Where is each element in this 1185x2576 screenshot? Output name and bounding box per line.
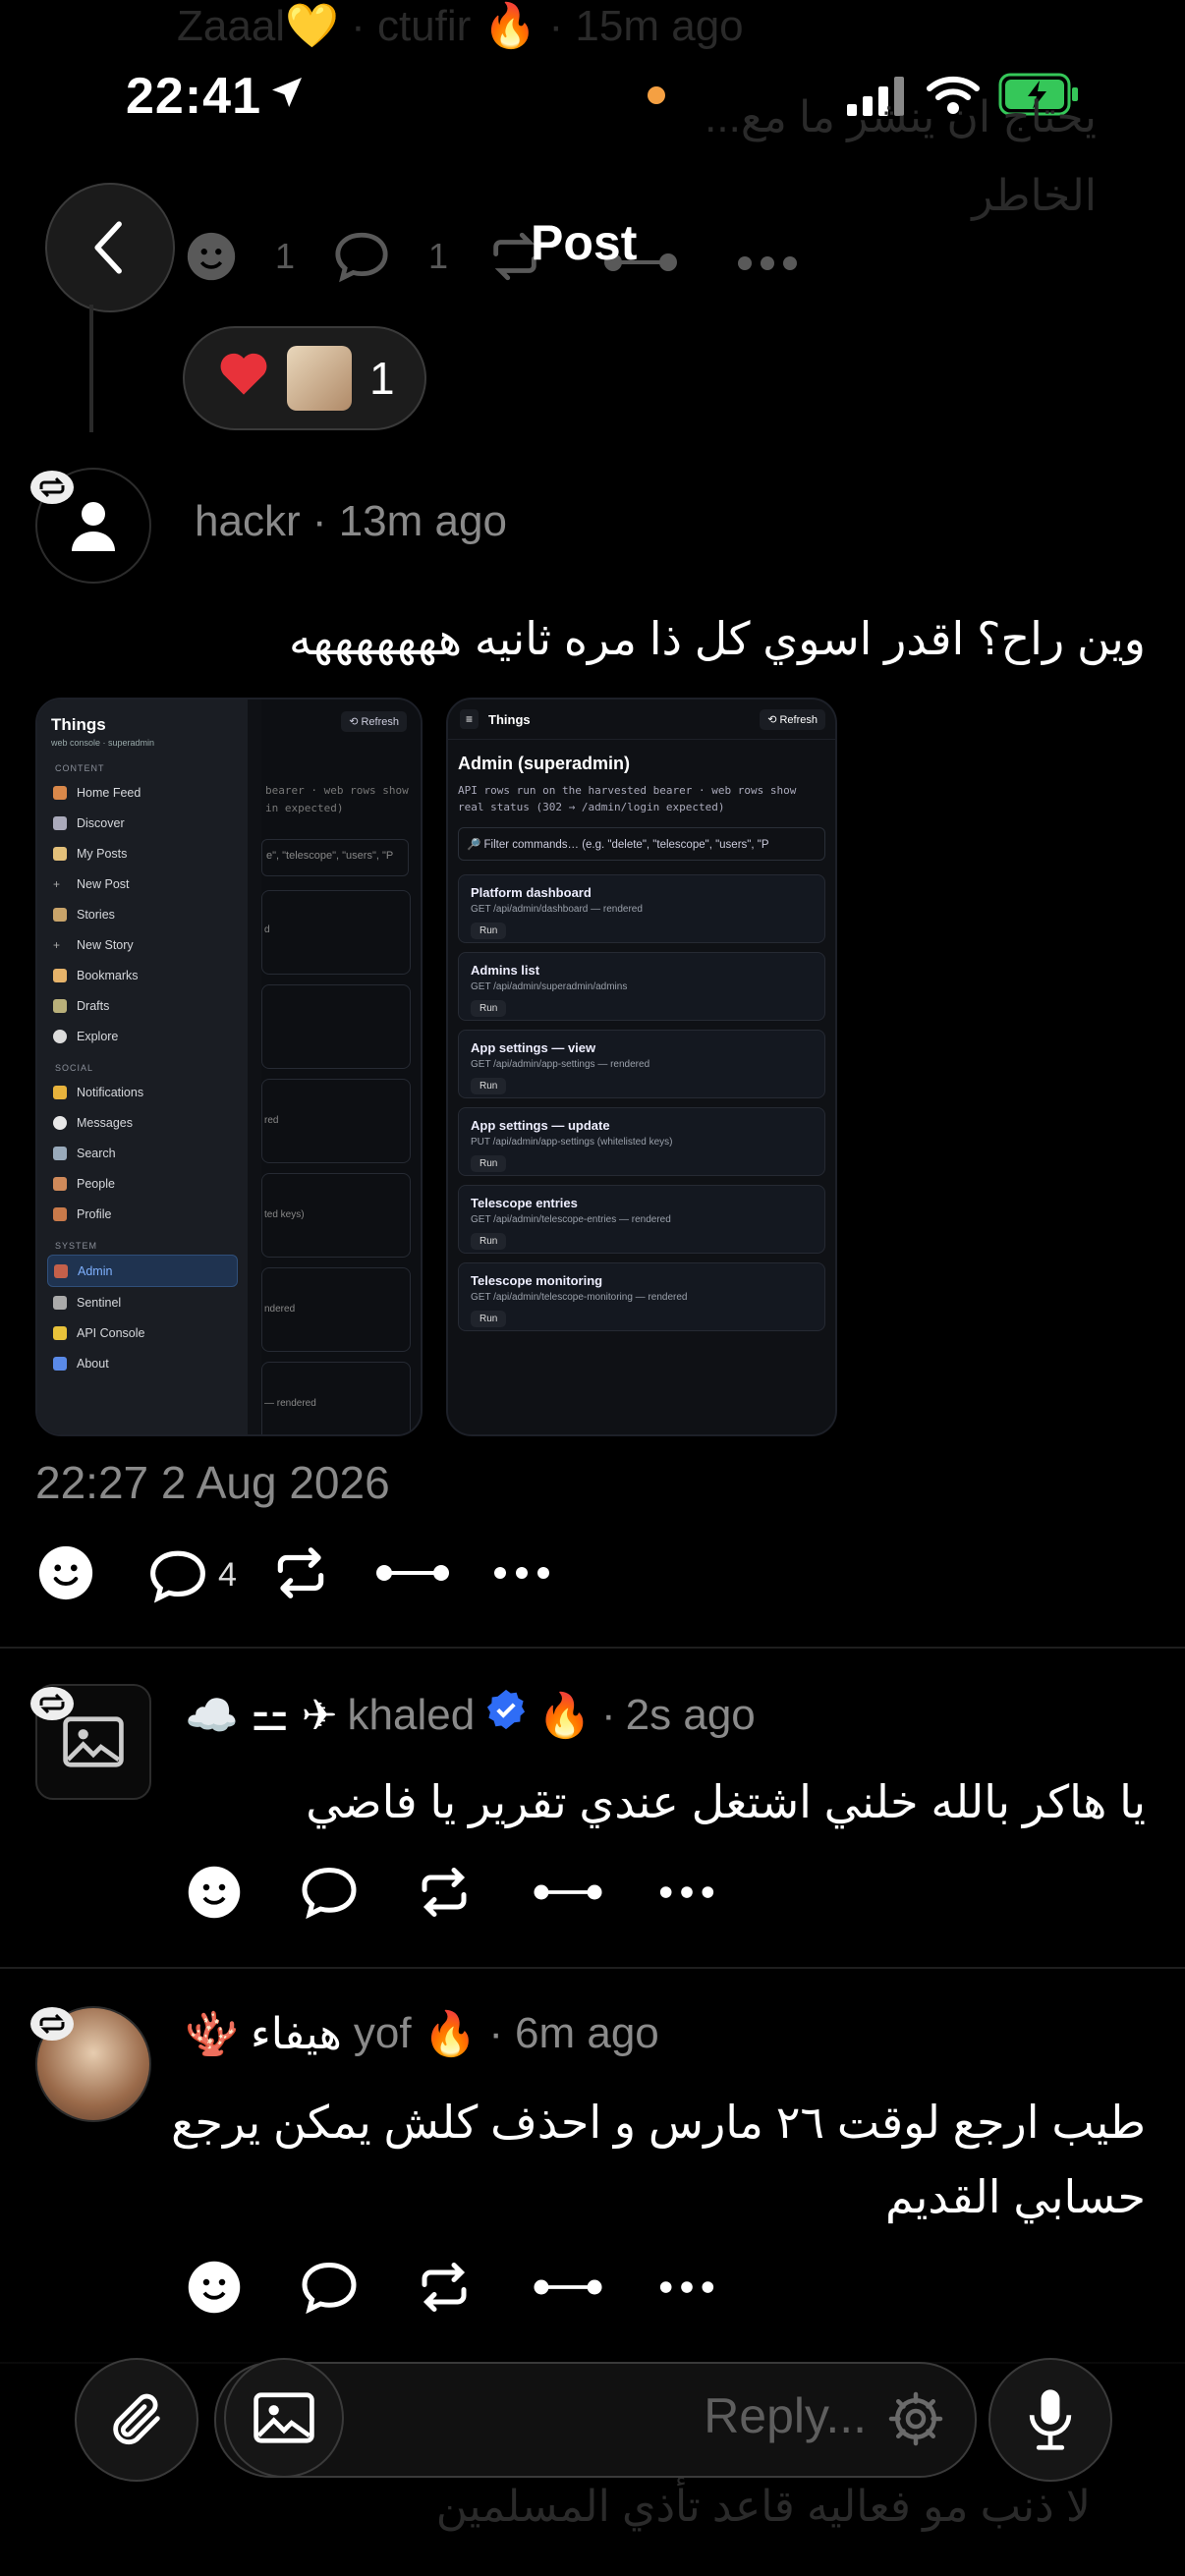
author-name[interactable]: yof <box>354 2009 412 2058</box>
attached-image-2[interactable]: ≡ Things ⟲ Refresh Admin (superadmin) AP… <box>446 698 837 1436</box>
sidebar-item-messages: Messages <box>37 1107 248 1138</box>
user-icon <box>72 502 115 551</box>
comment-icon <box>330 228 393 285</box>
sidebar-item-about: About <box>37 1348 248 1378</box>
image-button[interactable] <box>224 2358 344 2478</box>
comment-button[interactable] <box>297 1863 362 1927</box>
microphone-button[interactable] <box>988 2358 1112 2482</box>
author-name[interactable]: hackr <box>195 497 301 545</box>
more-button[interactable] <box>490 1563 553 1588</box>
sidebar-item-my-posts: My Posts <box>37 838 248 868</box>
verified-badge-icon <box>484 1688 528 1742</box>
post-meta: hackr · 13m ago <box>195 497 507 545</box>
bg-content: ⟲ Refresh bearer · web rows show in expe… <box>261 700 421 1434</box>
reply-text: طيب ارجع لوقت ٢٦ مارس و احذف كلش يمكن ير… <box>171 2097 1146 2222</box>
emoji-button[interactable] <box>185 1863 244 1927</box>
share-icon <box>601 248 680 282</box>
sidebar-item-drafts: Drafts <box>37 990 248 1021</box>
post-text: وين راح؟ اقدر اسوي كل ذا مره ثانيه ههههه… <box>288 613 1146 664</box>
ghost-background-text: يحتاج ان ينشر ما مع... الخاطر <box>705 93 1097 220</box>
divider <box>0 1967 1185 1969</box>
emoji-button[interactable] <box>185 2258 244 2322</box>
attached-image-1[interactable]: ⟲ Refresh bearer · web rows show in expe… <box>35 698 423 1436</box>
author-name[interactable]: khaled <box>348 1691 476 1740</box>
sidebar-item-explore: Explore <box>37 1021 248 1051</box>
post-actions: 4 <box>35 1542 625 1608</box>
sidebar-item-admin: Admin <box>47 1255 238 1287</box>
reply-meta: 🪸 هيفاء yof 🔥 · 6m ago <box>185 2009 659 2058</box>
sidebar-item-home-feed: Home Feed <box>37 777 248 808</box>
back-button[interactable] <box>45 183 175 312</box>
sidebar-item-sentinel: Sentinel <box>37 1287 248 1317</box>
gear-icon[interactable] <box>886 2389 945 2453</box>
command-card: Telescope entries GET /api/admin/telescop… <box>458 1185 825 1254</box>
sidebar: Things web console · superadmin CONTENT … <box>37 700 248 1434</box>
share-button[interactable] <box>531 2273 605 2306</box>
ghost-background-text: لا ذنب مو فعاليه قاعد تأذي المسلمين <box>435 2483 1091 2531</box>
heart-icon <box>218 350 269 408</box>
sidebar-item-stories: Stories <box>37 899 248 929</box>
sidebar-item-profile: Profile <box>37 1199 248 1229</box>
reaction-pill[interactable]: 1 <box>183 326 426 430</box>
comment-button[interactable]: 4 <box>145 1545 237 1606</box>
sidebar-item-bookmarks: Bookmarks <box>37 960 248 990</box>
reply-meta: ☁️ ⚍ ✈ khaled 🔥 · 2s ago <box>185 1688 756 1742</box>
image-icon <box>254 2392 314 2443</box>
emoji-button[interactable] <box>35 1542 96 1608</box>
menu-icon: ≡ <box>460 709 480 729</box>
chevron-left-icon <box>94 221 122 274</box>
command-card: Telescope monitoring GET /api/admin/teles… <box>458 1262 825 1331</box>
reply-input-container[interactable]: Reply... <box>214 2358 977 2478</box>
reply-actions <box>185 1863 717 1927</box>
sidebar-item-new-story: + New Story <box>53 937 134 952</box>
emoji-icon <box>183 228 240 285</box>
repost-button[interactable] <box>415 2258 474 2322</box>
reply-text: يا هاكر بالله خلني اشتغل عندي تقرير يا ف… <box>306 1776 1146 1827</box>
repost-badge-icon <box>28 1684 77 1728</box>
command-card: Platform dashboard GET /api/admin/dashboa… <box>458 874 825 943</box>
divider <box>0 1647 1185 1649</box>
reply-time: 6m ago <box>515 2009 659 2057</box>
reply-actions <box>185 2258 717 2322</box>
thread-line <box>89 305 93 432</box>
post-time: 13m ago <box>338 497 507 545</box>
repost-button[interactable] <box>415 1863 474 1927</box>
command-card: Admins list GET /api/admin/superadmin/adm… <box>458 952 825 1021</box>
reactor-avatar <box>287 346 352 411</box>
post-timestamp: 22:27 2 Aug 2026 <box>35 1457 390 1508</box>
sidebar-item-search: Search <box>37 1138 248 1168</box>
repost-button[interactable] <box>270 1542 331 1608</box>
comment-button[interactable] <box>297 2258 362 2322</box>
command-card: App settings — view GET /api/admin/app-se… <box>458 1030 825 1098</box>
share-button[interactable] <box>531 1878 605 1911</box>
sidebar-item-people: People <box>37 1168 248 1199</box>
repost-badge-icon <box>28 2004 77 2048</box>
parent-post-actions: 1 1 <box>183 228 546 285</box>
parent-like-count: 1 <box>428 236 449 276</box>
sidebar-item-api-console: API Console <box>37 1317 248 1348</box>
more-icon <box>735 253 800 278</box>
sidebar-item-discover: Discover <box>37 808 248 838</box>
reaction-count: 1 <box>369 353 395 404</box>
paperclip-icon <box>113 2393 160 2445</box>
repost-badge-icon <box>28 468 77 512</box>
reply-time: 2s ago <box>625 1690 756 1739</box>
microphone-icon <box>1029 2389 1072 2450</box>
share-button[interactable] <box>374 1558 451 1593</box>
reply-input[interactable]: Reply... <box>704 2387 867 2444</box>
more-button[interactable] <box>656 1882 717 1907</box>
ghost-header-text: Zaaal💛 · ctufir 🔥 · 15m ago <box>177 2 744 50</box>
command-card: App settings — update PUT /api/admin/app-… <box>458 1107 825 1176</box>
sidebar-item-new-post: + New Post <box>53 876 130 891</box>
parent-comment-count: 1 <box>275 236 296 276</box>
more-button[interactable] <box>656 2277 717 2302</box>
sidebar-item-notifications: Notifications <box>37 1077 248 1107</box>
attach-button[interactable] <box>75 2358 198 2482</box>
